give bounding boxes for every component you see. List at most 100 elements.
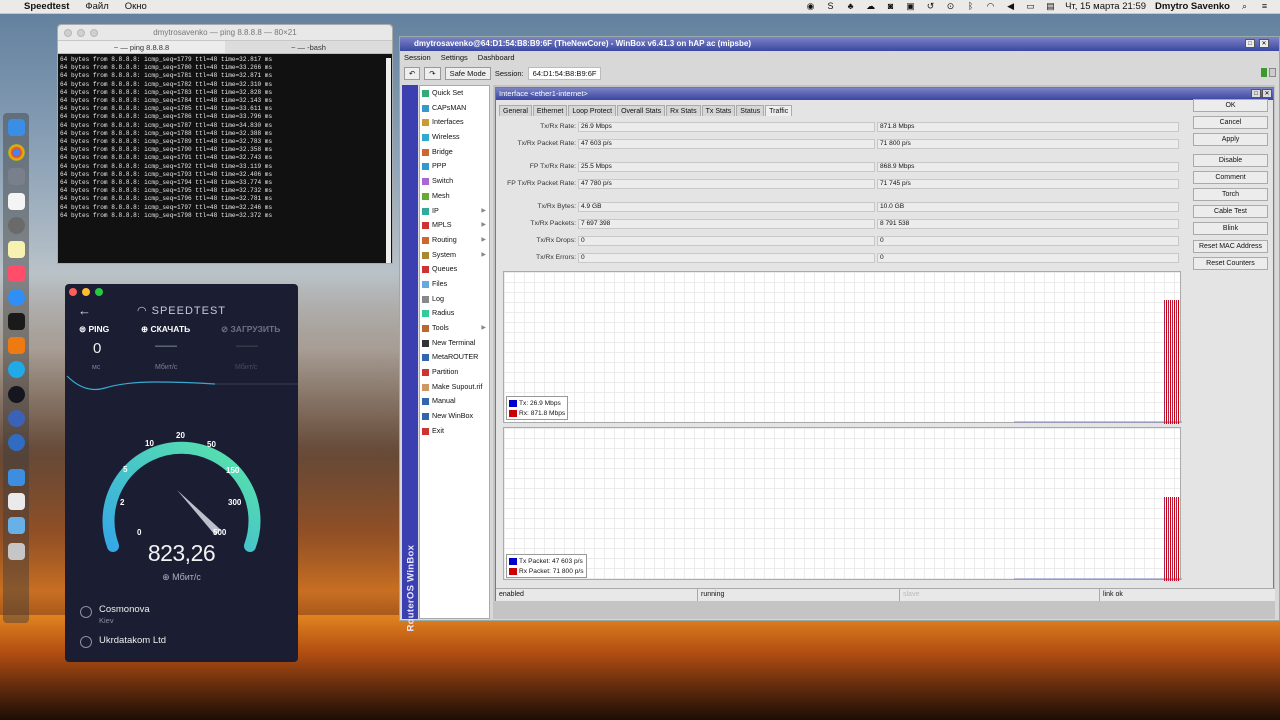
dialog-close-icon[interactable]: ✕ (1262, 89, 1272, 98)
close-icon[interactable] (69, 288, 77, 296)
tab-ethernet[interactable]: Ethernet (532, 105, 568, 116)
field-rx-value[interactable]: 0 (877, 236, 1179, 246)
tab-tx-stats[interactable]: Tx Stats (701, 105, 736, 116)
field-tx-value[interactable]: 26.9 Mbps (578, 122, 875, 132)
field-rx-value[interactable]: 10.0 GB (877, 202, 1179, 212)
nav-item-manual[interactable]: Manual (420, 394, 489, 409)
nav-item-routing[interactable]: Routing ▶ (420, 233, 489, 248)
battery-icon[interactable]: ▭ (1025, 2, 1036, 11)
cancel-button[interactable]: Cancel (1193, 116, 1268, 129)
nav-item-capsman[interactable]: CAPsMAN (420, 101, 489, 116)
minimize-icon[interactable] (77, 29, 85, 37)
safari-icon[interactable] (8, 410, 25, 427)
menu-list-icon[interactable]: ≡ (1259, 2, 1270, 11)
lock-icon[interactable] (1269, 68, 1276, 77)
comment-button[interactable]: Comment (1193, 171, 1268, 184)
field-rx-value[interactable]: 71 800 p/s (877, 139, 1179, 149)
field-rx-value[interactable]: 71 745 p/s (877, 179, 1179, 189)
vlc-icon[interactable] (8, 337, 25, 354)
record-icon[interactable]: ◉ (805, 2, 816, 11)
field-tx-value[interactable]: 0 (578, 253, 875, 263)
tab-ping[interactable]: ~ — ping 8.8.8.8 (58, 41, 225, 53)
itunes-icon[interactable] (8, 265, 25, 282)
app-store-icon[interactable] (8, 289, 25, 306)
nav-item-wireless[interactable]: Wireless (420, 130, 489, 145)
tab-rx-stats[interactable]: Rx Stats (666, 105, 701, 116)
zoom-icon[interactable] (95, 288, 103, 296)
menu-file[interactable]: Файл (85, 1, 108, 12)
finder-icon[interactable] (8, 119, 25, 136)
field-tx-value[interactable]: 25.5 Mbps (578, 162, 875, 172)
time-machine-icon[interactable]: ↺ (925, 2, 936, 11)
nav-item-make-supout-rif[interactable]: Make Supout.rif (420, 380, 489, 395)
nav-item-log[interactable]: Log (420, 292, 489, 307)
menu-window[interactable]: Окно (125, 1, 147, 12)
terminal-scrollbar[interactable] (386, 58, 391, 263)
nav-item-ppp[interactable]: PPP (420, 159, 489, 174)
zoom-icon[interactable] (90, 29, 98, 37)
trash-icon[interactable] (8, 543, 25, 560)
menu-session[interactable]: Session (404, 52, 431, 64)
nav-item-metarouter[interactable]: MetaROUTER (420, 350, 489, 365)
cable-test-button[interactable]: Cable Test (1193, 205, 1268, 218)
notes-icon[interactable] (8, 241, 25, 258)
field-rx-value[interactable]: 868.9 Mbps (877, 162, 1179, 172)
nav-item-system[interactable]: System ▶ (420, 248, 489, 263)
nav-item-exit[interactable]: Exit (420, 424, 489, 439)
nav-item-queues[interactable]: Queues (420, 262, 489, 277)
field-tx-value[interactable]: 47 603 p/s (578, 139, 875, 149)
maximize-icon[interactable]: □ (1245, 39, 1255, 48)
nav-item-new-winbox[interactable]: New WinBox (420, 409, 489, 424)
terminal-output[interactable]: 64 bytes from 8.8.8.8: icmp_seq=1779 ttl… (58, 54, 392, 220)
camera-icon[interactable]: ◙ (885, 2, 896, 11)
menu-dashboard[interactable]: Dashboard (478, 52, 515, 64)
blink-button[interactable]: Blink (1193, 222, 1268, 235)
spotlight-icon[interactable]: ⌕ (1239, 2, 1250, 11)
reset-counters-button[interactable]: Reset Counters (1193, 257, 1268, 270)
server-name[interactable]: Cosmonova (99, 604, 150, 615)
field-tx-value[interactable]: 4.9 GB (578, 202, 875, 212)
nav-item-bridge[interactable]: Bridge (420, 145, 489, 160)
user-name[interactable]: Dmytro Savenko (1155, 1, 1230, 12)
nav-item-quick-set[interactable]: Quick Set (420, 86, 489, 101)
close-icon[interactable]: ✕ (1259, 39, 1269, 48)
notification-icon[interactable]: ⊙ (945, 2, 956, 11)
nav-item-interfaces[interactable]: Interfaces (420, 115, 489, 130)
document-icon[interactable] (8, 493, 25, 510)
nav-item-radius[interactable]: Radius (420, 306, 489, 321)
tab-general[interactable]: General (499, 105, 532, 116)
nav-item-partition[interactable]: Partition (420, 365, 489, 380)
nav-item-ip[interactable]: IP ▶ (420, 204, 489, 219)
launchpad-icon[interactable] (8, 168, 25, 185)
nav-item-mesh[interactable]: Mesh (420, 189, 489, 204)
terminal-icon[interactable] (8, 313, 25, 330)
folder-icon[interactable] (8, 517, 25, 534)
tab-overall-stats[interactable]: Overall Stats (617, 105, 666, 116)
skype-icon[interactable]: S (825, 2, 836, 11)
ok-button[interactable]: OK (1193, 99, 1268, 112)
field-tx-value[interactable]: 47 780 p/s (578, 179, 875, 189)
system-prefs-icon[interactable] (8, 217, 25, 234)
upload-tab[interactable]: ⊘ ЗАГРУЗИТЬ (221, 324, 280, 335)
field-rx-value[interactable]: 8 791 538 (877, 219, 1179, 229)
tab-bash[interactable]: ~ — -bash (225, 41, 392, 53)
bluetooth-icon[interactable]: ᛒ (965, 2, 976, 11)
downloads-icon[interactable] (8, 469, 25, 486)
safe-mode-button[interactable]: Safe Mode (444, 67, 491, 80)
nav-item-files[interactable]: Files (420, 277, 489, 292)
cloud-icon[interactable]: ☁ (865, 2, 876, 11)
calendar-icon[interactable] (8, 193, 25, 210)
app-icon[interactable]: ▣ (905, 2, 916, 11)
disable-button[interactable]: Disable (1193, 154, 1268, 167)
nav-item-tools[interactable]: Tools ▶ (420, 321, 489, 336)
field-tx-value[interactable]: 0 (578, 236, 875, 246)
wifi-icon[interactable]: ◠ (985, 2, 996, 11)
winbox-titlebar[interactable]: dmytrosavenko@64:D1:54:B8:B9:6F (TheNewC… (400, 37, 1279, 51)
interface-dialog-titlebar[interactable]: Interface <ether1-internet> (496, 88, 1273, 100)
field-rx-value[interactable]: 0 (877, 253, 1179, 263)
download-tab[interactable]: ⊕ СКАЧАТЬ (141, 324, 190, 335)
tab-loop-protect[interactable]: Loop Protect (568, 105, 617, 116)
speedtest-dock-icon[interactable] (8, 386, 25, 403)
torch-button[interactable]: Torch (1193, 188, 1268, 201)
clock[interactable]: Чт, 15 марта 21:59 (1065, 1, 1146, 12)
